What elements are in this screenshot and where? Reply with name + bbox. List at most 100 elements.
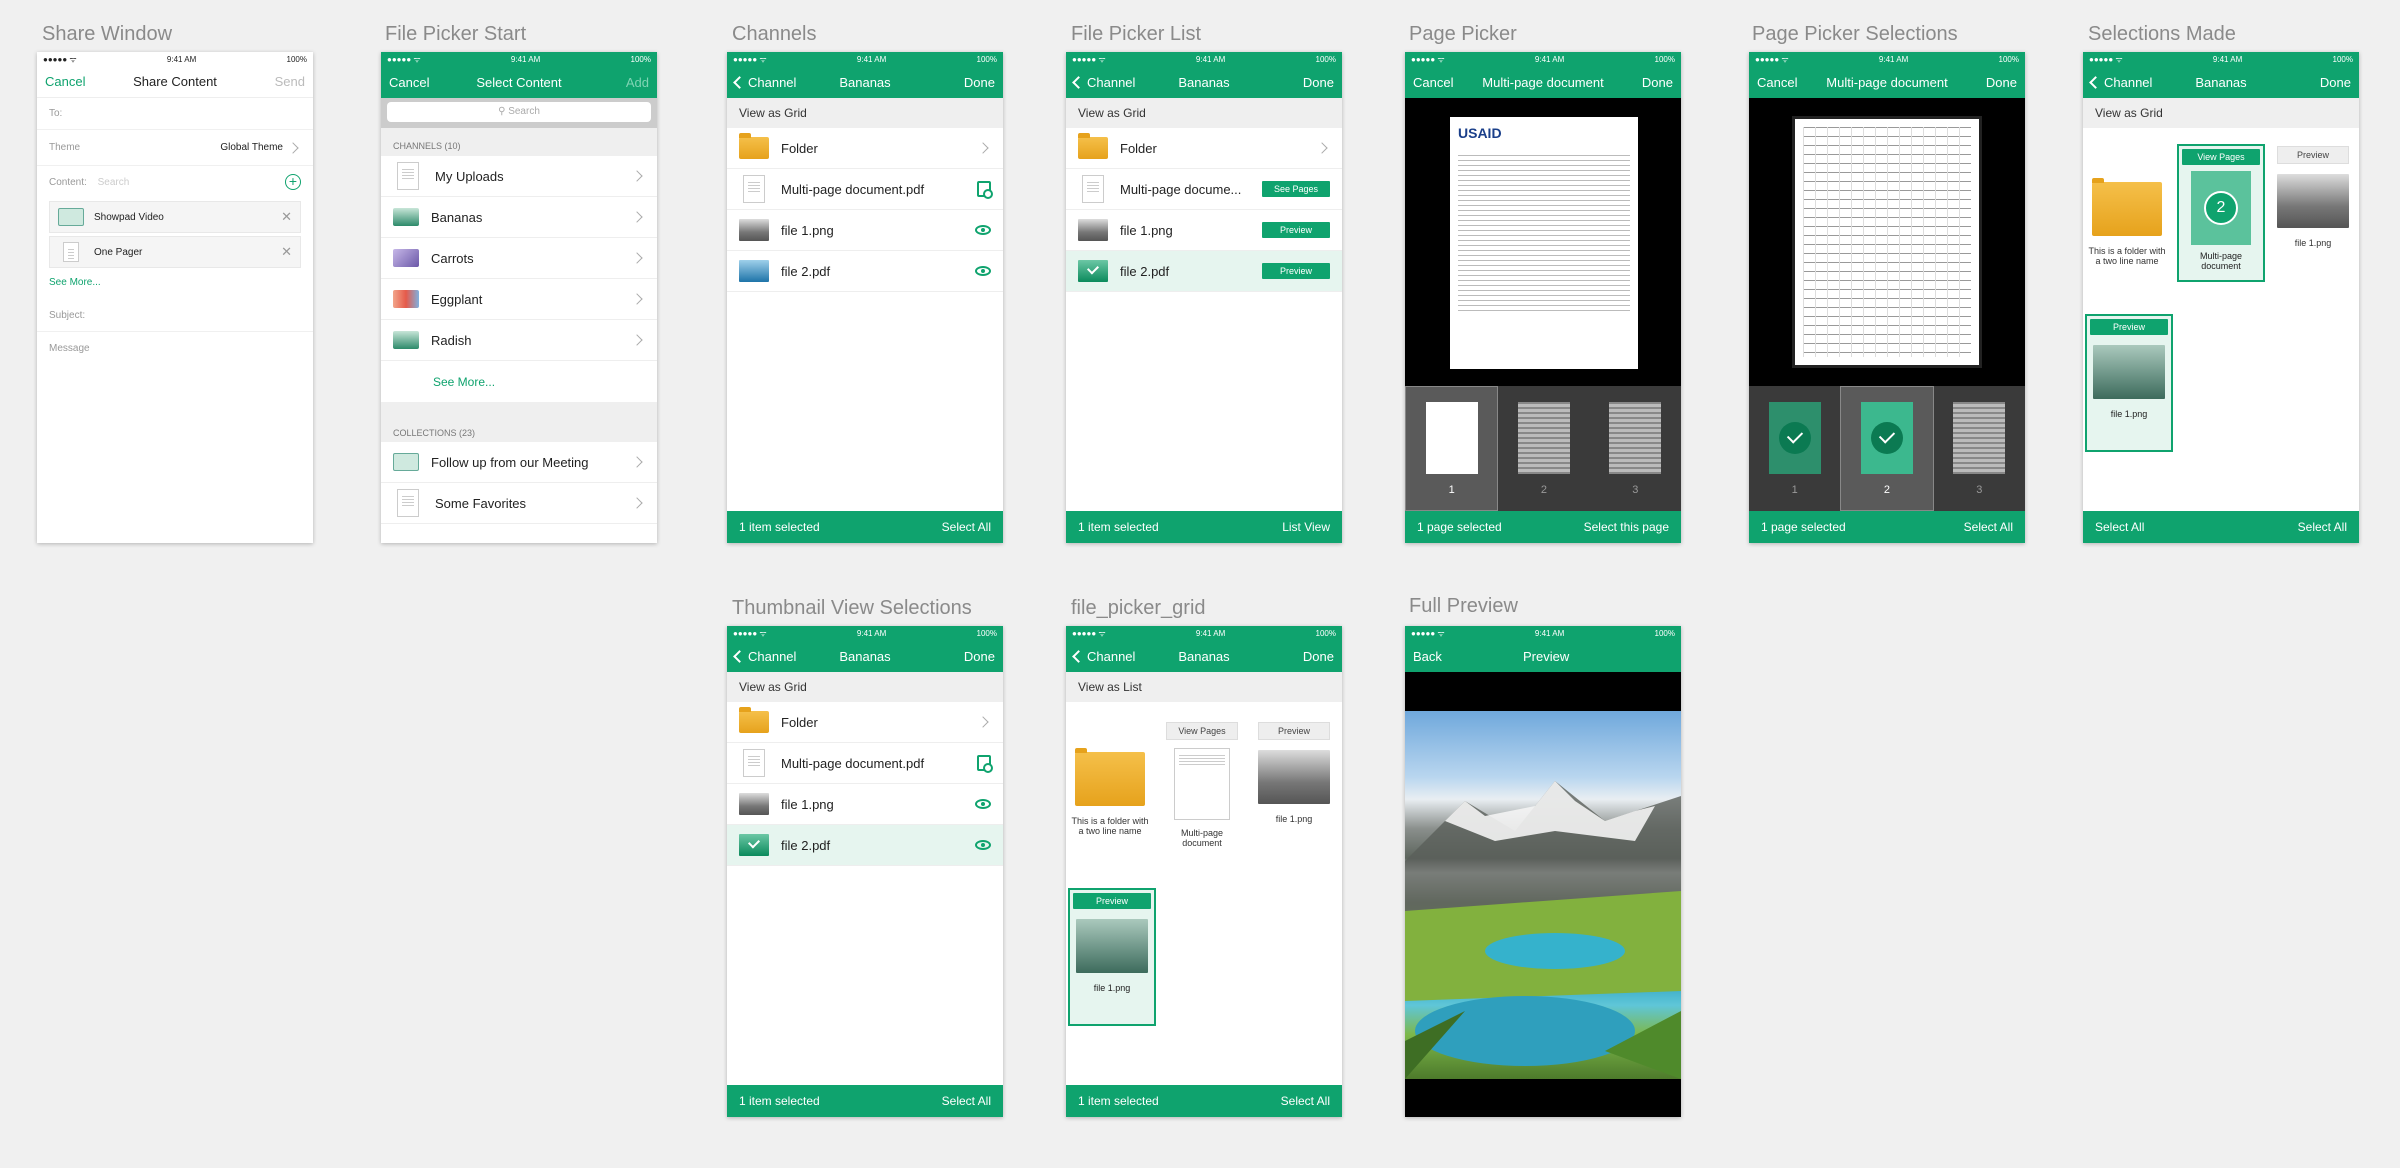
page-thumb-1[interactable]: 1 (1749, 386, 1840, 511)
file-row[interactable]: file 2.pdf (727, 251, 1003, 292)
cancel-button[interactable]: Cancel (1757, 75, 1797, 90)
collection-row[interactable]: Follow up from our Meeting (381, 442, 657, 483)
view-as-grid-toggle[interactable]: View as Grid (2083, 98, 2359, 128)
channel-row[interactable]: Bananas (381, 197, 657, 238)
page-thumb-1[interactable]: 1 (1405, 386, 1499, 511)
send-button[interactable]: Send (275, 74, 305, 89)
select-this-page-button[interactable]: Select this page (1584, 520, 1669, 534)
grid-folder[interactable]: This is a folder with a two line name (2083, 178, 2171, 266)
grid-folder[interactable]: This is a folder with a two line name (1066, 748, 1154, 836)
add-content-icon[interactable]: + (285, 174, 301, 190)
select-all-left-button[interactable]: Select All (2095, 520, 2144, 534)
channel-row[interactable]: Carrots (381, 238, 657, 279)
preview-image (1405, 711, 1681, 1079)
select-all-button[interactable]: Select All (942, 520, 991, 534)
collection-row[interactable]: Some Favorites (381, 483, 657, 524)
grid-file1[interactable]: Preview file 1.png (2269, 146, 2357, 248)
done-button[interactable]: Done (1986, 75, 2017, 90)
see-more-link[interactable]: See More... (37, 271, 313, 294)
channel-row[interactable]: Radish (381, 320, 657, 361)
view-pages-button[interactable]: View Pages (1166, 722, 1238, 740)
content-chip: One Pager ✕ (49, 236, 301, 268)
back-button[interactable]: Channel (1072, 75, 1135, 90)
nav-title: Preview (1523, 648, 1570, 664)
page-thumb-2[interactable]: 2 (1840, 386, 1934, 511)
select-all-button[interactable]: Select All (2298, 520, 2347, 534)
see-more-link[interactable]: See More... (381, 361, 657, 402)
view-as-grid-toggle[interactable]: View as Grid (1066, 98, 1342, 128)
page-thumb-3[interactable]: 3 (1934, 386, 2025, 511)
done-button[interactable]: Done (1303, 75, 1334, 90)
folder-row[interactable]: Folder (727, 702, 1003, 743)
grid-file1-selected[interactable]: Preview file 1.png (1068, 888, 1156, 1026)
preview-button[interactable]: Preview (2090, 319, 2168, 335)
channel-row[interactable]: Eggplant (381, 279, 657, 320)
preview-eye-icon[interactable] (975, 799, 991, 809)
back-button[interactable]: Channel (733, 75, 796, 90)
search-input[interactable]: ⚲ Search (387, 102, 651, 122)
preview-button[interactable]: Preview (2277, 146, 2349, 164)
select-all-button[interactable]: Select All (1281, 1094, 1330, 1108)
preview-button[interactable]: Preview (1262, 263, 1330, 279)
page-thumb-2[interactable]: 2 (1498, 386, 1589, 511)
grid-multipage[interactable]: View Pages Multi-page document (1158, 722, 1246, 848)
folder-row[interactable]: Folder (1066, 128, 1342, 169)
view-as-grid-toggle[interactable]: View as Grid (727, 98, 1003, 128)
preview-button[interactable]: Preview (1258, 722, 1330, 740)
cancel-button[interactable]: Cancel (1413, 75, 1453, 90)
view-as-grid-toggle[interactable]: View as Grid (727, 672, 1003, 702)
done-button[interactable]: Done (964, 649, 995, 664)
to-field[interactable]: To: (37, 98, 313, 130)
select-all-button[interactable]: Select All (942, 1094, 991, 1108)
theme-row[interactable]: Theme Global Theme (37, 130, 313, 166)
list-view-button[interactable]: List View (1282, 520, 1330, 534)
page-thumb-3[interactable]: 3 (1590, 386, 1681, 511)
done-button[interactable]: Done (1642, 75, 1673, 90)
file-row-selected[interactable]: file 2.pdf (727, 825, 1003, 866)
view-pages-icon[interactable] (977, 755, 993, 773)
grid-file1-selected[interactable]: Preview file 1.png (2085, 314, 2173, 452)
back-button[interactable]: Channel (1072, 649, 1135, 664)
preview-button[interactable]: Preview (1073, 893, 1151, 909)
file-row[interactable]: Multi-page docume... See Pages (1066, 169, 1342, 210)
message-field[interactable]: Message (37, 332, 313, 364)
remove-icon[interactable]: ✕ (281, 244, 292, 260)
preview-eye-icon[interactable] (975, 840, 991, 850)
cancel-button[interactable]: Cancel (389, 75, 429, 90)
add-button[interactable]: Add (626, 75, 649, 90)
file-row[interactable]: file 1.png (727, 210, 1003, 251)
see-pages-button[interactable]: See Pages (1262, 181, 1330, 197)
file-row[interactable]: file 1.png (727, 784, 1003, 825)
preview-eye-icon[interactable] (975, 266, 991, 276)
done-button[interactable]: Done (1303, 649, 1334, 664)
select-all-button[interactable]: Select All (1964, 520, 2013, 534)
channel-row[interactable]: My Uploads (381, 156, 657, 197)
subject-field[interactable]: Subject: (37, 300, 313, 332)
label-channels: Channels (732, 23, 817, 45)
back-button[interactable]: Channel (2089, 75, 2152, 90)
chevron-right-icon (631, 497, 643, 509)
label-file-picker-grid: file_picker_grid (1071, 597, 1206, 619)
folder-row[interactable]: Folder (727, 128, 1003, 169)
document-icon (397, 489, 419, 517)
file-row[interactable]: Multi-page document.pdf (727, 743, 1003, 784)
cancel-button[interactable]: Cancel (45, 74, 85, 89)
done-button[interactable]: Done (2320, 75, 2351, 90)
grid-multipage-selected[interactable]: View Pages 2 Multi-page document (2177, 144, 2265, 282)
back-button[interactable]: Back (1413, 649, 1442, 664)
view-pages-icon[interactable] (977, 181, 993, 199)
preview-button[interactable]: Preview (1262, 222, 1330, 238)
grid-file1[interactable]: Preview file 1.png (1250, 722, 1338, 824)
content-search-input[interactable]: Search (98, 177, 130, 188)
view-pages-button[interactable]: View Pages (2182, 149, 2260, 165)
folder-icon (739, 133, 769, 159)
file-row-selected[interactable]: file 2.pdf Preview (1066, 251, 1342, 292)
file-row[interactable]: file 1.png Preview (1066, 210, 1342, 251)
file-row[interactable]: Multi-page document.pdf (727, 169, 1003, 210)
label-page-picker-selections: Page Picker Selections (1752, 23, 1958, 45)
remove-icon[interactable]: ✕ (281, 209, 292, 225)
back-button[interactable]: Channel (733, 649, 796, 664)
preview-eye-icon[interactable] (975, 225, 991, 235)
view-as-list-toggle[interactable]: View as List (1066, 672, 1342, 702)
done-button[interactable]: Done (964, 75, 995, 90)
